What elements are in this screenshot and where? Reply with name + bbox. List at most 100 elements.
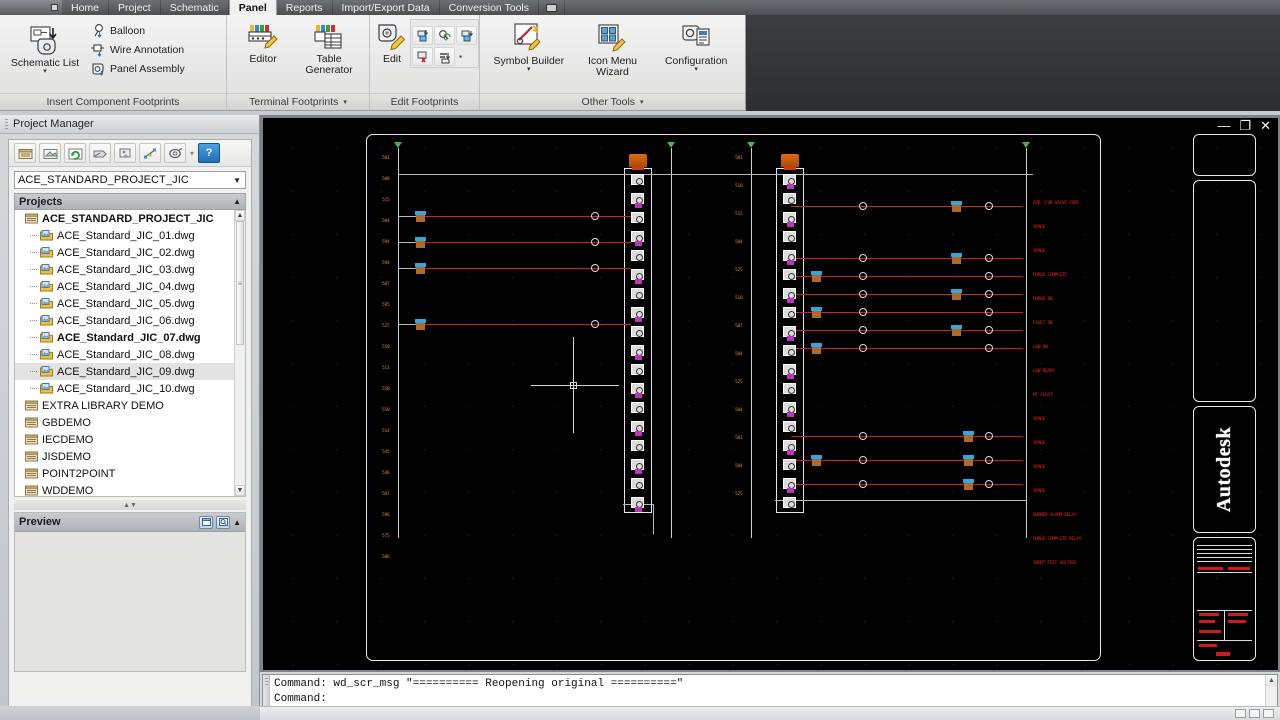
tab-home[interactable]: Home <box>62 0 110 15</box>
configuration-button[interactable]: Configuration ▾ <box>653 19 739 73</box>
terminal-block <box>631 326 644 337</box>
rung-number-left: 507 <box>382 282 390 287</box>
publish-plot-button[interactable] <box>114 143 136 163</box>
project-tree-item-drawing[interactable]: ACE_Standard_JIC_08.dwg <box>15 346 245 363</box>
command-scroll-up-icon[interactable]: ▲ <box>1266 675 1277 686</box>
project-tree-item-label: ACE_Standard_JIC_07.dwg <box>57 331 201 344</box>
device-component <box>811 343 822 354</box>
new-project-button[interactable] <box>14 143 36 163</box>
project-tree-item-drawing[interactable]: ACE_Standard_JIC_04.dwg <box>15 278 245 295</box>
panel-title-terminal-footprints-text: Terminal Footprints <box>249 96 339 108</box>
tab-overflow-button[interactable] <box>539 0 565 15</box>
toolbar-dropdown-arrow[interactable]: ▾ <box>189 149 195 158</box>
wire-description: SPARE <box>1033 465 1046 470</box>
panel-title-other-tools[interactable]: Other Tools ▾ <box>480 93 745 110</box>
edit-footprint-button[interactable]: Edit <box>376 19 408 65</box>
project-tree-item-project[interactable]: JISDEMO <box>15 448 245 465</box>
header-wire <box>399 174 1033 175</box>
scroll-down-icon[interactable]: ▼ <box>235 485 245 496</box>
schematic-list-button[interactable]: Schematic List ▾ <box>6 19 84 75</box>
rung-wire-1 <box>423 216 631 217</box>
project-tree-item-drawing[interactable]: ACE_Standard_JIC_07.dwg <box>15 329 245 346</box>
scroll-up-icon[interactable]: ▲ <box>235 210 245 221</box>
project-tree-item-drawing[interactable]: ACE_Standard_JIC_09.dwg <box>15 363 245 380</box>
project-tree-item-project[interactable]: IECDEMO <box>15 431 245 448</box>
panel-grip-icon[interactable] <box>5 118 8 130</box>
edit-footprint-more-button[interactable]: ▪ <box>456 47 465 66</box>
project-tree-scrollbar[interactable]: ▲ ▼ <box>234 210 245 496</box>
wire-annotation-button[interactable]: Wire Annotation <box>88 41 189 59</box>
project-tree-item-drawing[interactable]: ACE_Standard_JIC_02.dwg <box>15 244 245 261</box>
project-tree[interactable]: ACE_STANDARD_PROJECT_JIC ACE_Standard_JIC… <box>14 210 246 497</box>
schematic-list-dropdown-arrow[interactable]: ▾ <box>43 68 47 75</box>
terminal-jumper <box>787 336 794 341</box>
project-tree-item-project[interactable]: POINT2POINT <box>15 465 245 482</box>
refresh-button[interactable] <box>64 143 86 163</box>
project-task-list-icon <box>93 150 107 157</box>
drawing-close-button[interactable]: ✕ <box>1260 119 1271 132</box>
active-project-combobox[interactable]: ACE_STANDARD_PROJECT_JIC ▼ <box>14 171 246 189</box>
project-tree-item-drawing[interactable]: ACE_Standard_JIC_01.dwg <box>15 227 245 244</box>
panel-splitter[interactable]: ▲▼ <box>14 500 246 510</box>
delete-footprint-button[interactable] <box>412 47 433 66</box>
find-replace-button[interactable] <box>434 26 455 45</box>
drawing-file-icon <box>40 332 53 343</box>
table-generator-button[interactable]: Table Generator <box>295 19 363 76</box>
terminal-connection <box>859 254 867 262</box>
panel-assembly-button[interactable]: Panel Assembly <box>88 60 189 78</box>
icon-menu-wizard-button[interactable]: Icon Menu Wizard <box>572 19 654 78</box>
collapse-preview-icon[interactable]: ▲ <box>233 518 241 527</box>
terminal-block <box>631 288 644 299</box>
tab-reports[interactable]: Reports <box>277 0 333 15</box>
symbol-builder-button[interactable]: Symbol Builder ▾ <box>486 19 572 73</box>
project-tree-item-project[interactable]: GBDEMO <box>15 414 245 431</box>
wire-description: SPARE <box>1033 489 1046 494</box>
project-tree-item-drawing[interactable]: ACE_Standard_JIC_05.dwg <box>15 295 245 312</box>
chevron-down-icon-project[interactable]: ▼ <box>233 176 242 185</box>
more-icon: ▪ <box>459 52 462 61</box>
project-task-list-button[interactable] <box>89 143 111 163</box>
rung-number-left: 586 <box>382 555 390 560</box>
open-project-button[interactable] <box>39 143 61 163</box>
rung-number-left: 596 <box>382 513 390 518</box>
help-button[interactable]: ? <box>198 143 220 163</box>
balloon-button[interactable]: Balloon <box>88 22 189 40</box>
project-wide-update-button[interactable] <box>139 143 161 163</box>
project-settings-button[interactable] <box>164 143 186 163</box>
zoom-preview-button[interactable] <box>216 515 231 529</box>
scrollbar-thumb[interactable] <box>236 221 244 345</box>
project-tree-item-drawing[interactable]: ACE_Standard_JIC_03.dwg <box>15 261 245 278</box>
application-menu-button[interactable] <box>0 0 62 15</box>
tab-import-export-data[interactable]: Import/Export Data <box>333 0 440 15</box>
status-icon-3[interactable] <box>1263 709 1274 718</box>
footprint-attribute-button[interactable] <box>434 47 455 66</box>
project-tree-item-drawing[interactable]: ACE_Standard_JIC_06.dwg <box>15 312 245 329</box>
swap-footprint-button[interactable] <box>456 26 477 45</box>
drawing-minimize-button[interactable]: — <box>1217 119 1230 132</box>
panel-title-terminal-footprints[interactable]: Terminal Footprints ▾ <box>227 93 369 110</box>
ladder-rail-2 <box>667 142 675 538</box>
copy-footprint-icon <box>417 29 428 41</box>
preview-pane-button[interactable] <box>199 515 214 529</box>
status-icon-1[interactable] <box>1235 709 1246 718</box>
chevron-down-icon[interactable]: ▾ <box>343 99 347 106</box>
terminal-editor-button[interactable]: Editor <box>233 19 293 65</box>
tab-schematic[interactable]: Schematic <box>161 0 229 15</box>
panel-assembly-label: Panel Assembly <box>110 63 185 75</box>
configuration-dropdown-arrow[interactable]: ▾ <box>694 66 698 73</box>
drawing-restore-button[interactable]: ❐ <box>1239 119 1251 132</box>
chevron-down-icon-other-tools[interactable]: ▾ <box>640 99 644 106</box>
project-tree-item-drawing[interactable]: ACE_Standard_JIC_10.dwg <box>15 380 245 397</box>
project-tree-item-project[interactable]: ACE_STANDARD_PROJECT_JIC <box>15 210 245 227</box>
project-tree-item-project[interactable]: WDDEMO <box>15 482 245 496</box>
symbol-builder-dropdown-arrow[interactable]: ▾ <box>527 66 531 73</box>
tab-panel[interactable]: Panel <box>228 0 277 15</box>
project-tree-item-project[interactable]: EXTRA LIBRARY DEMO <box>15 397 245 414</box>
tab-project[interactable]: Project <box>109 0 161 15</box>
copy-footprint-button[interactable] <box>412 26 433 45</box>
collapse-projects-icon[interactable]: ▲ <box>233 197 241 206</box>
tab-conversion-tools[interactable]: Conversion Tools <box>440 0 539 15</box>
projects-section-header[interactable]: Projects ▲ <box>14 193 246 210</box>
status-icon-2[interactable] <box>1249 709 1260 718</box>
drawing-canvas[interactable]: — ❐ ✕ Autodesk 501 508 515 504 594 594 5… <box>263 118 1278 670</box>
